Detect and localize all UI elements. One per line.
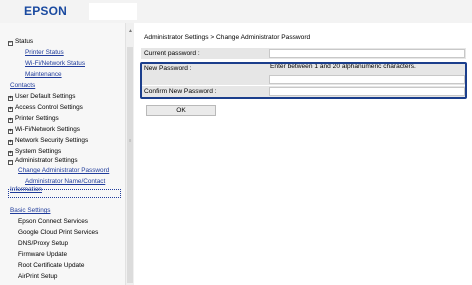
expand-icon[interactable]: + (8, 150, 13, 156)
new-password-group-outline (140, 62, 467, 99)
expand-icon[interactable]: + (8, 128, 13, 134)
sidebar-item-information[interactable]: Information (10, 186, 42, 194)
sidebar-item-google-cloud-print-services[interactable]: Google Cloud Print Services (18, 229, 98, 237)
scrollbar-grip-icon: ≡ (129, 138, 132, 143)
sidebar-item-user-default-settings[interactable]: + User Default Settings (8, 93, 75, 101)
sidebar-item-printer-status[interactable]: Printer Status (25, 49, 64, 57)
sidebar-item-wifi-network-status[interactable]: Wi-Fi/Network Status (25, 60, 85, 68)
main-content: Administrator Settings > Change Administ… (134, 23, 472, 285)
sidebar-item-contacts[interactable]: Contacts (10, 82, 35, 90)
sidebar-item-status[interactable]: − Status (8, 38, 33, 46)
collapse-icon[interactable]: − (8, 159, 13, 165)
expand-icon[interactable]: + (8, 95, 13, 101)
expand-icon[interactable]: + (8, 117, 13, 123)
ok-button[interactable]: OK (146, 105, 216, 116)
collapse-icon[interactable]: − (8, 40, 13, 46)
sidebar-item-firmware-update[interactable]: Firmware Update (18, 251, 67, 259)
sidebar-item-network-security-settings[interactable]: + Network Security Settings (8, 137, 88, 145)
sidebar-item-access-control-settings[interactable]: + Access Control Settings (8, 104, 83, 112)
header-blank-panel (89, 3, 137, 20)
sidebar-item-label: Administrator Settings (15, 157, 78, 164)
sidebar-item-change-administrator-password[interactable]: Change Administrator Password (18, 167, 109, 175)
scroll-up-arrow-icon[interactable]: ▲ (128, 28, 133, 34)
epson-logo: EPSON (24, 4, 68, 18)
sidebar-item-system-settings[interactable]: + System Settings (8, 148, 61, 156)
header: EPSON (0, 0, 472, 23)
sidebar-item-basic-settings[interactable]: Basic Settings (10, 207, 51, 215)
sidebar-item-epson-connect-services[interactable]: Epson Connect Services (18, 218, 88, 226)
sidebar-item-administrator-settings[interactable]: − Administrator Settings (8, 157, 78, 165)
current-password-input[interactable] (269, 49, 465, 58)
scrollbar-thumb[interactable] (127, 47, 133, 283)
sidebar-item-label: Printer Settings (15, 115, 59, 122)
sidebar-item-label: User Default Settings (15, 93, 76, 100)
sidebar-item-label: Status (15, 38, 34, 45)
current-password-label: Current password : (144, 50, 200, 57)
sidebar-item-wifi-network-settings[interactable]: + Wi-Fi/Network Settings (8, 126, 80, 134)
sidebar-scrollbar[interactable]: ▲ ≡ (125, 23, 134, 285)
sidebar-item-administrator-name-contact[interactable]: Administrator Name/Contact (25, 178, 105, 186)
sidebar-item-printer-settings[interactable]: + Printer Settings (8, 115, 59, 123)
sidebar-item-label: Access Control Settings (15, 104, 83, 111)
sidebar: − Status Printer Status Wi-Fi/Network Sta… (0, 23, 125, 285)
expand-icon[interactable]: + (8, 106, 13, 112)
sidebar-item-label: Network Security Settings (15, 137, 89, 144)
expand-icon[interactable]: + (8, 139, 13, 145)
sidebar-item-label: System Settings (15, 148, 62, 155)
sidebar-item-airprint-setup[interactable]: AirPrint Setup (18, 273, 57, 281)
breadcrumb: Administrator Settings > Change Administ… (144, 34, 311, 41)
sidebar-item-maintenance[interactable]: Maintenance (25, 71, 62, 79)
sidebar-item-label: Wi-Fi/Network Settings (15, 126, 80, 133)
current-password-row: Current password : (141, 48, 466, 59)
sidebar-item-dns-proxy-setup[interactable]: DNS/Proxy Setup (18, 240, 68, 248)
sidebar-item-root-certificate-update[interactable]: Root Certificate Update (18, 262, 84, 270)
